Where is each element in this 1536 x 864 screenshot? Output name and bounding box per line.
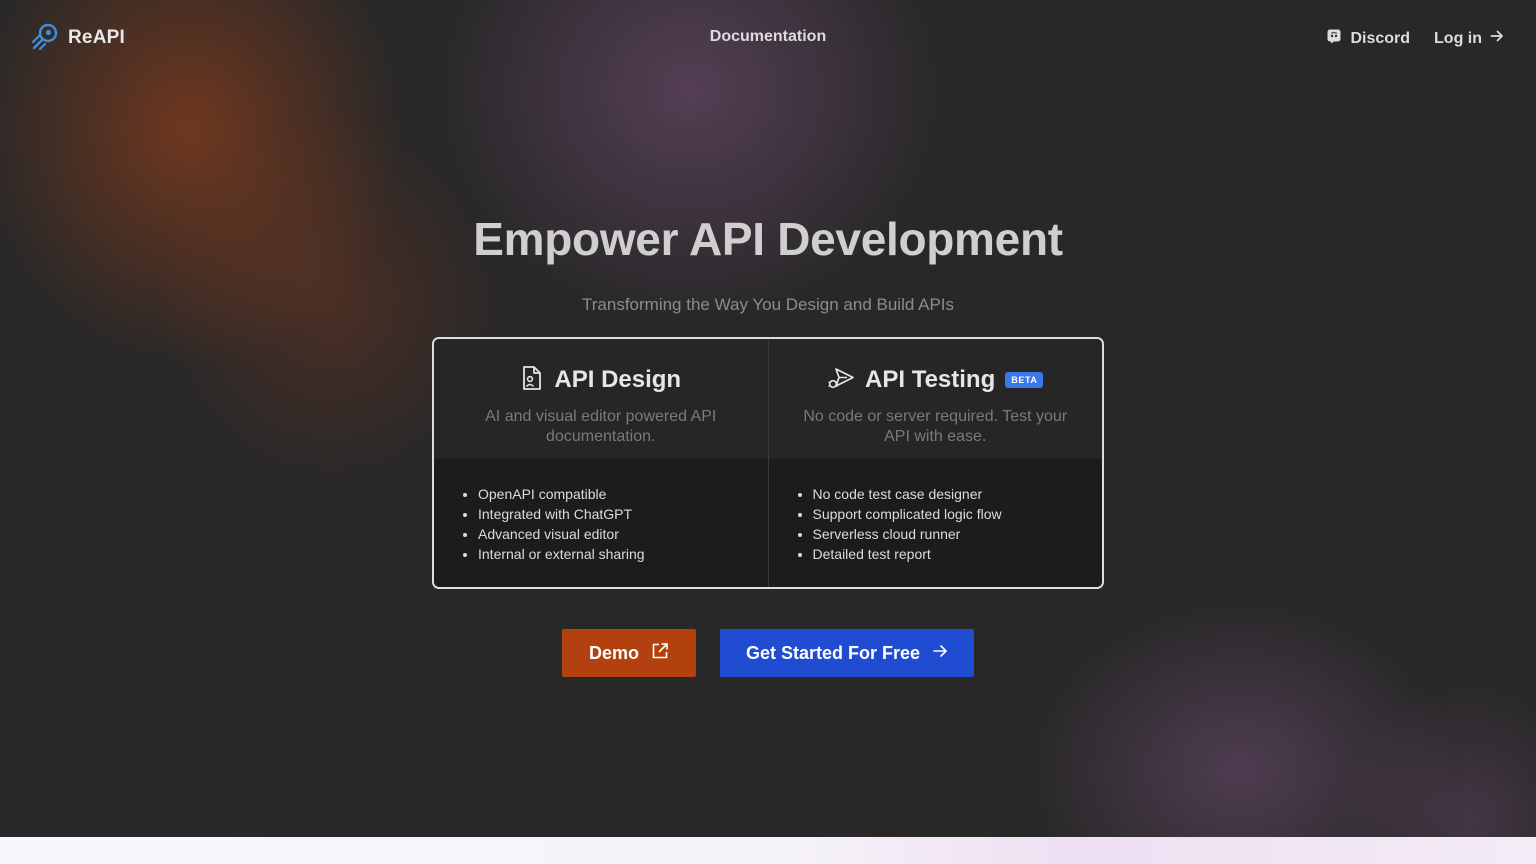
- arrow-right-icon: [932, 643, 948, 664]
- list-item: Serverless cloud runner: [813, 524, 1103, 544]
- feature-list-area: No code test case designer Support compl…: [768, 459, 1103, 587]
- discord-icon: [1326, 28, 1342, 49]
- feature-header: API Testing BETA No code or server requi…: [768, 339, 1102, 459]
- document-user-icon: [520, 365, 544, 396]
- list-item: OpenAPI compatible: [478, 484, 768, 504]
- logo-link[interactable]: ReAPI: [30, 22, 125, 54]
- feature-list-area: OpenAPI compatible Integrated with ChatG…: [434, 459, 768, 587]
- bug-send-icon: [827, 365, 855, 396]
- documentation-link[interactable]: Documentation: [710, 28, 826, 46]
- feature-api-design: API Design AI and visual editor powered …: [434, 339, 768, 587]
- login-link[interactable]: Log in: [1434, 29, 1504, 48]
- list-item: Detailed test report: [813, 544, 1103, 564]
- nav-right-group: Discord Log in: [1326, 28, 1504, 49]
- feature-header: API Design AI and visual editor powered …: [434, 339, 768, 459]
- demo-button[interactable]: Demo: [562, 629, 696, 677]
- list-item: Internal or external sharing: [478, 544, 768, 564]
- list-item: No code test case designer: [813, 484, 1103, 504]
- list-item: Advanced visual editor: [478, 524, 768, 544]
- feature-title: API Testing: [865, 366, 996, 393]
- list-item: Integrated with ChatGPT: [478, 504, 768, 524]
- external-link-icon: [651, 642, 669, 665]
- arrow-right-icon: [1490, 29, 1504, 48]
- hero-subtitle: Transforming the Way You Design and Buil…: [582, 295, 954, 314]
- list-item: Support complicated logic flow: [813, 504, 1103, 524]
- feature-description: AI and visual editor powered API documen…: [485, 408, 717, 445]
- rocket-logo-icon: [30, 21, 60, 56]
- features-card: API Design AI and visual editor powered …: [432, 337, 1104, 589]
- next-section-edge: [0, 837, 1536, 864]
- discord-label: Discord: [1350, 29, 1411, 47]
- demo-label: Demo: [588, 642, 639, 663]
- feature-list: OpenAPI compatible Integrated with ChatG…: [434, 484, 768, 564]
- feature-api-testing: API Testing BETA No code or server requi…: [767, 339, 1103, 587]
- feature-title: API Design: [554, 366, 682, 393]
- get-started-label: Get Started For Free: [745, 642, 921, 663]
- discord-link[interactable]: Discord: [1326, 28, 1410, 49]
- hero-title: Empower API Development: [473, 213, 1063, 265]
- logo-text: ReAPI: [68, 27, 125, 48]
- feature-description: No code or server required. Test your AP…: [803, 408, 1068, 445]
- feature-list: No code test case designer Support compl…: [769, 484, 1103, 564]
- beta-badge: BETA: [1005, 372, 1044, 388]
- login-label: Log in: [1434, 29, 1482, 47]
- get-started-button[interactable]: Get Started For Free: [720, 629, 974, 677]
- top-navigation: ReAPI Documentation Discord Log in: [0, 0, 1536, 76]
